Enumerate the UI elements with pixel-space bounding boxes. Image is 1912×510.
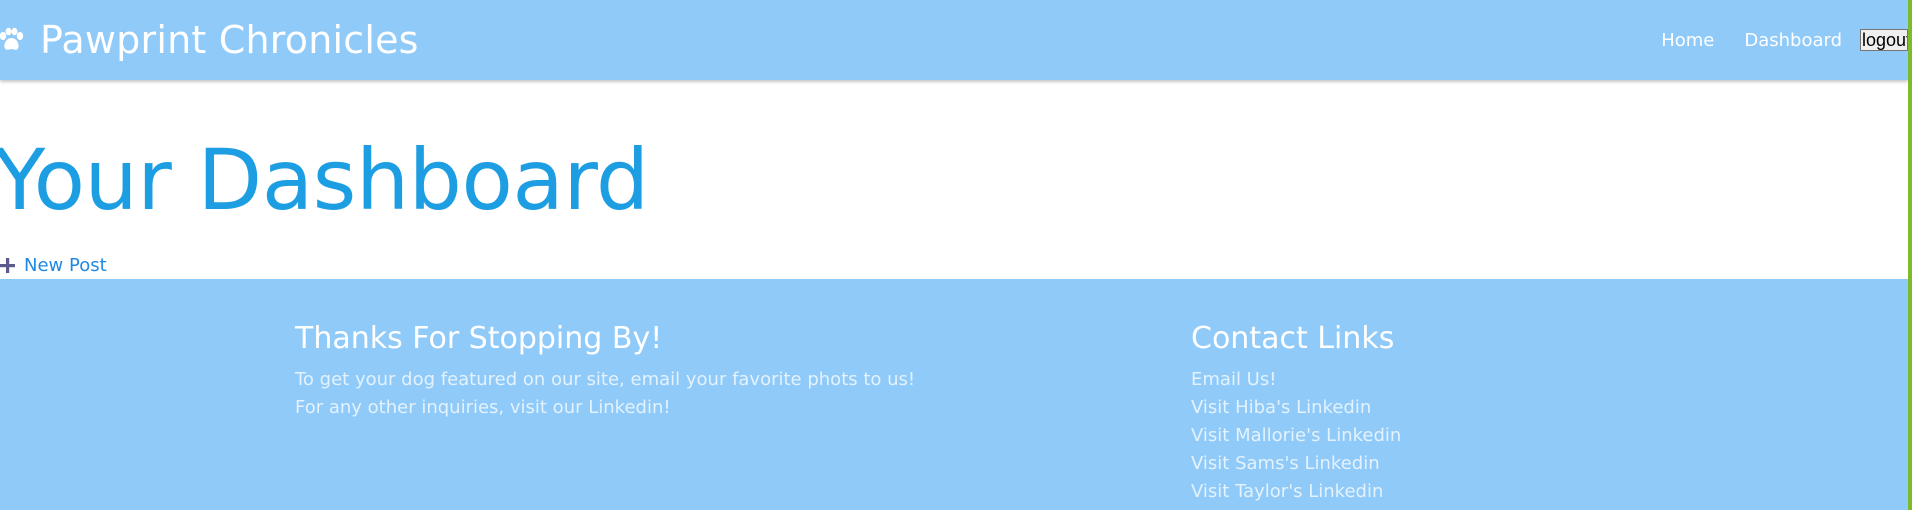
footer-contact-heading: Contact Links — [1191, 321, 1395, 356]
brand[interactable]: Pawprint Chronicles — [0, 0, 419, 80]
list-item: Visit Sams's Linkedin — [1191, 450, 1401, 478]
taylor-linkedin-link[interactable]: Visit Taylor's Linkedin — [1191, 481, 1383, 502]
hiba-linkedin-link[interactable]: Visit Hiba's Linkedin — [1191, 397, 1371, 418]
list-item: Email Us! — [1191, 366, 1401, 394]
new-post-link[interactable]: New Post — [0, 252, 107, 278]
window-edge-strip — [1908, 0, 1912, 510]
logout-button[interactable]: logout — [1860, 29, 1908, 51]
new-post-label: New Post — [24, 254, 107, 276]
sams-linkedin-link[interactable]: Visit Sams's Linkedin — [1191, 453, 1380, 474]
nav-links: Home Dashboard logout — [1631, 0, 1908, 80]
footer-thanks-text: To get your dog featured on our site, em… — [295, 366, 915, 422]
mallorie-linkedin-link[interactable]: Visit Mallorie's Linkedin — [1191, 425, 1401, 446]
page: Pawprint Chronicles Home Dashboard logou… — [0, 0, 1912, 510]
footer-text-line: For any other inquiries, visit our Linke… — [295, 397, 671, 418]
footer-text-line: To get your dog featured on our site, em… — [295, 369, 916, 390]
footer: Thanks For Stopping By! To get your dog … — [0, 279, 1908, 510]
plus-icon — [0, 257, 15, 273]
nav-link-home[interactable]: Home — [1661, 30, 1714, 51]
footer-contact-section: Contact Links Email Us! Visit Hiba's Lin… — [1191, 279, 1401, 506]
list-item: Visit Taylor's Linkedin — [1191, 478, 1401, 506]
footer-thanks-heading: Thanks For Stopping By! — [295, 321, 663, 356]
navbar: Pawprint Chronicles Home Dashboard logou… — [0, 0, 1908, 80]
footer-thanks-section: Thanks For Stopping By! To get your dog … — [295, 279, 915, 422]
list-item: Visit Mallorie's Linkedin — [1191, 422, 1401, 450]
paw-icon — [0, 27, 24, 53]
page-title: Your Dashboard — [0, 131, 649, 229]
email-us-link[interactable]: Email Us! — [1191, 369, 1276, 390]
site-title: Pawprint Chronicles — [40, 18, 419, 62]
nav-link-dashboard[interactable]: Dashboard — [1744, 30, 1842, 51]
contact-links-list: Email Us! Visit Hiba's Linkedin Visit Ma… — [1191, 366, 1401, 506]
list-item: Visit Hiba's Linkedin — [1191, 394, 1401, 422]
